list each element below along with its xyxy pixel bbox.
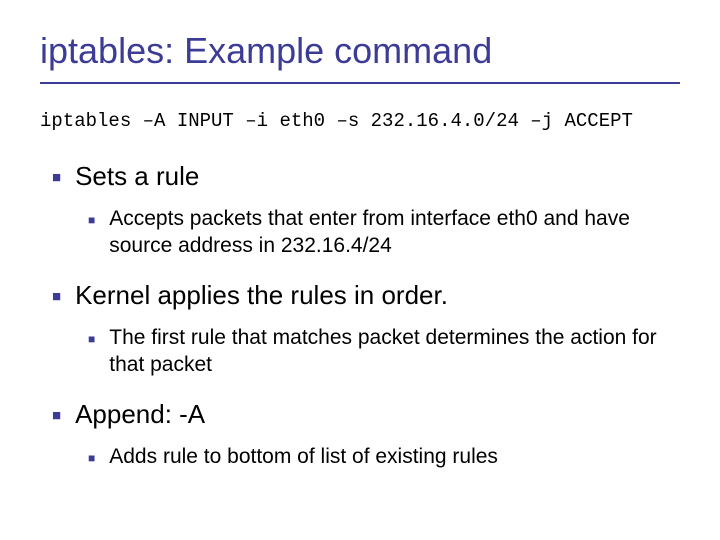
list-item: ■ Sets a rule ■ Accepts packets that ent… <box>52 160 680 259</box>
square-bullet-icon: ■ <box>52 169 61 186</box>
square-bullet-icon: ■ <box>88 451 95 465</box>
command-line: iptables –A INPUT –i eth0 –s 232.16.4.0/… <box>40 110 680 132</box>
bullet-list: ■ Sets a rule ■ Accepts packets that ent… <box>40 160 680 470</box>
list-item: ■ Append: -A ■ Adds rule to bottom of li… <box>52 398 680 470</box>
sub-bullet-text: Adds rule to bottom of list of existing … <box>109 443 498 470</box>
sub-bullet-text: The first rule that matches packet deter… <box>109 324 680 379</box>
bullet-text: Sets a rule <box>75 160 199 193</box>
square-bullet-icon: ■ <box>52 288 61 305</box>
list-item: ■ Accepts packets that enter from interf… <box>88 205 680 260</box>
list-item: ■ The first rule that matches packet det… <box>88 324 680 379</box>
list-item: ■ Adds rule to bottom of list of existin… <box>88 443 680 470</box>
list-item: ■ Kernel applies the rules in order. ■ T… <box>52 279 680 378</box>
square-bullet-icon: ■ <box>52 407 61 424</box>
slide-title: iptables: Example command <box>40 30 680 72</box>
bullet-text: Kernel applies the rules in order. <box>75 279 448 312</box>
square-bullet-icon: ■ <box>88 332 95 346</box>
title-divider <box>40 82 680 84</box>
square-bullet-icon: ■ <box>88 213 95 227</box>
sub-bullet-text: Accepts packets that enter from interfac… <box>109 205 680 260</box>
bullet-text: Append: -A <box>75 398 205 431</box>
